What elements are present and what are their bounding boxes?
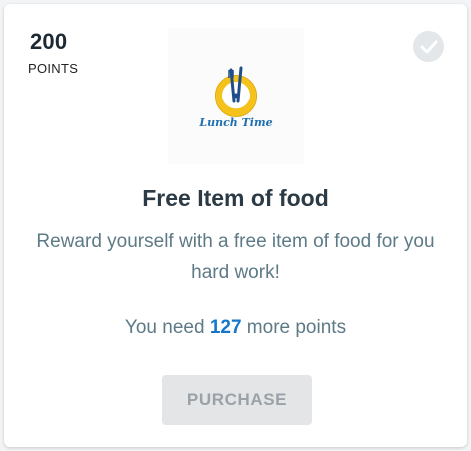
points-label: POINTS <box>28 61 79 76</box>
checkmark-icon <box>413 31 444 62</box>
reward-title: Free Item of food <box>142 185 329 211</box>
logo-text: Lunch Time <box>199 116 273 129</box>
lunch-time-logo: Lunch Time <box>168 28 304 164</box>
points-value: 200 <box>30 29 68 54</box>
points-needed-suffix: more points <box>246 317 347 338</box>
reward-card: 200 POINTS Lunch Time Free Item of food … <box>4 4 467 447</box>
reward-description: Reward yourself with a free item of food… <box>36 231 435 283</box>
clock-fork-knife-icon <box>215 66 257 117</box>
purchase-button[interactable]: PURCHASE <box>162 375 312 425</box>
points-needed-text: You need 127 more points <box>4 317 467 339</box>
points-needed-prefix: You need <box>124 317 205 338</box>
points-needed-count: 127 <box>209 317 242 338</box>
